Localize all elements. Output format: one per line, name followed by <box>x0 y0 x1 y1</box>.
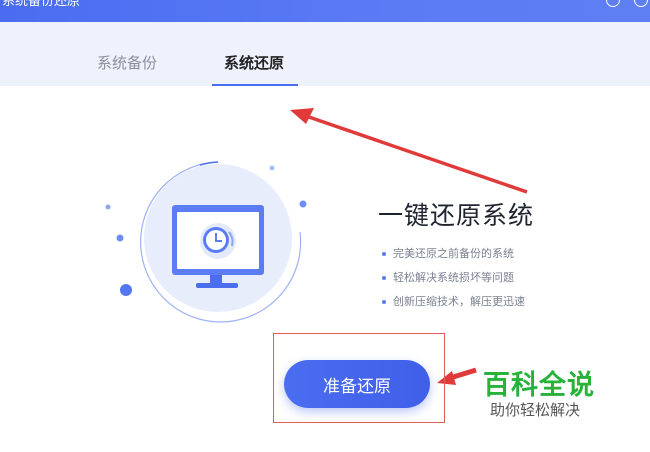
bullet-icon <box>382 276 386 280</box>
decor-dot <box>120 284 132 296</box>
feature-item: 轻松解决系统损坏等问题 <box>382 266 525 290</box>
decor-dot <box>116 234 124 242</box>
feature-item: 完美还原之前备份的系统 <box>382 242 525 266</box>
prepare-restore-button[interactable]: 准备还原 <box>284 360 430 408</box>
decor-dot <box>269 165 275 171</box>
watermark-title: 百科全说 <box>483 370 595 401</box>
feature-item: 创新压缩技术，解压更迅速 <box>382 290 525 314</box>
restore-heading: 一键还原系统 <box>378 201 535 230</box>
decor-dot <box>105 204 111 210</box>
bullet-icon <box>382 252 386 256</box>
bullet-icon <box>382 300 386 304</box>
decor-dot <box>299 200 307 208</box>
annotation-arrow-to-tab <box>290 108 528 194</box>
watermark-subtitle: 助你轻松解决 <box>490 401 581 419</box>
feature-list: 完美还原之前备份的系统 轻松解决系统损坏等问题 创新压缩技术，解压更迅速 <box>382 242 525 314</box>
